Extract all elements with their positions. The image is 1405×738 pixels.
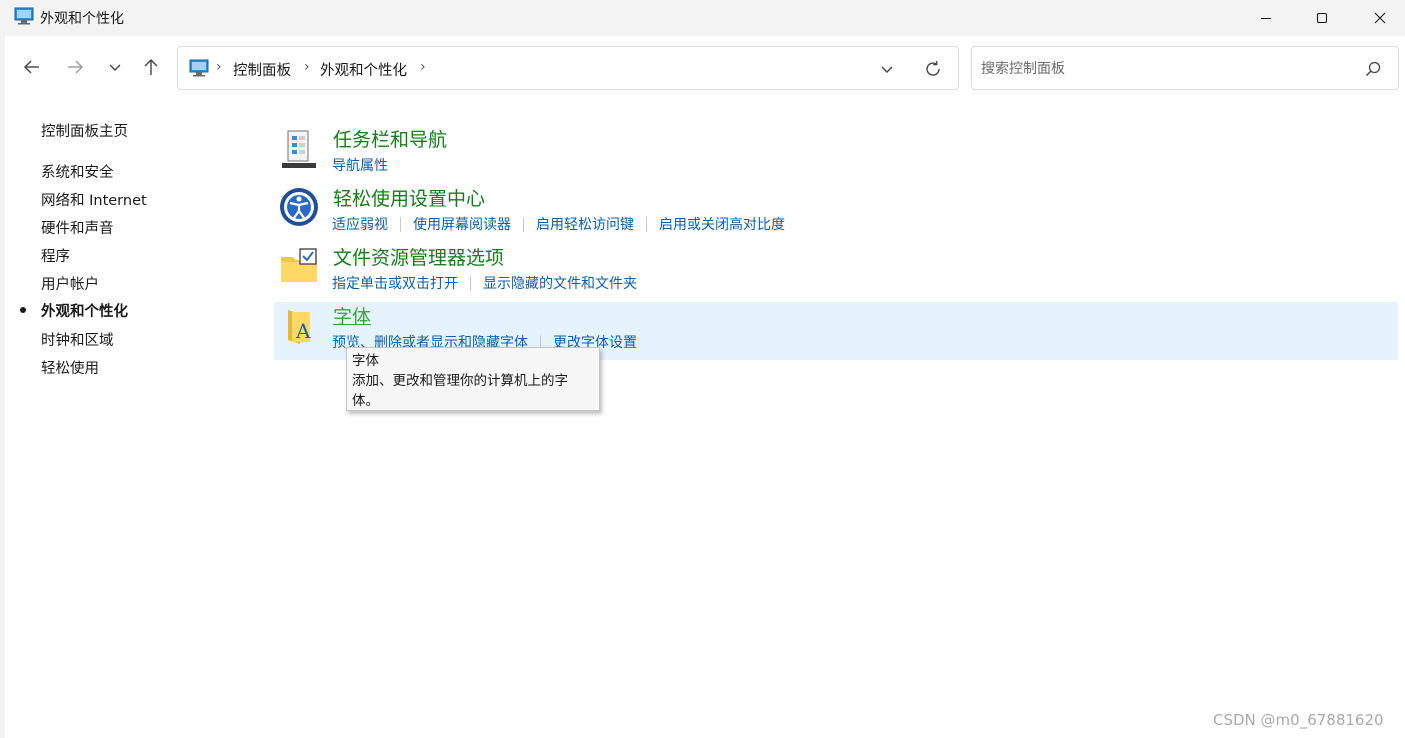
maximize-button[interactable]	[1293, 0, 1351, 36]
category-taskbar: 任务栏和导航 导航属性	[274, 125, 1398, 183]
link-single-or-double-click[interactable]: 指定单击或双击打开	[332, 273, 458, 293]
category-title-taskbar[interactable]: 任务栏和导航	[333, 125, 447, 152]
sidebar-item-programs[interactable]: 程序	[41, 245, 70, 266]
svg-text:A: A	[295, 319, 311, 343]
category-title-file-explorer-options[interactable]: 文件资源管理器选项	[333, 243, 504, 270]
chevron-down-icon	[881, 66, 893, 73]
active-bullet-icon	[20, 307, 26, 313]
category-links-file-explorer-options: 指定单击或双击打开 显示隐藏的文件和文件夹	[332, 273, 637, 293]
sidebar-item-ease-of-access[interactable]: 轻松使用	[41, 357, 99, 378]
link-separator	[646, 216, 647, 232]
breadcrumb-separator[interactable]: ›	[304, 59, 310, 75]
folder-options-icon[interactable]	[278, 245, 320, 287]
link-separator	[400, 216, 401, 232]
link-navigation-properties[interactable]: 导航属性	[332, 155, 388, 175]
control-panel-icon	[189, 59, 209, 77]
sidebar-home-link[interactable]: 控制面板主页	[41, 120, 128, 141]
link-use-screen-reader[interactable]: 使用屏幕阅读器	[413, 214, 511, 234]
sidebar-item-system-security[interactable]: 系统和安全	[41, 161, 114, 182]
category-file-explorer-options: 文件资源管理器选项 指定单击或双击打开 显示隐藏的文件和文件夹	[274, 243, 1398, 301]
search-input[interactable]	[981, 58, 1351, 80]
window-edge	[0, 36, 5, 738]
sidebar-item-appearance: 外观和个性化	[41, 304, 128, 320]
minimize-button[interactable]	[1237, 0, 1295, 36]
title-bar: 外观和个性化	[0, 0, 1405, 36]
link-toggle-high-contrast[interactable]: 启用或关闭高对比度	[659, 214, 785, 234]
recent-locations-button[interactable]	[100, 52, 130, 82]
arrow-right-icon	[68, 60, 83, 74]
tooltip-fonts: 字体 添加、更改和管理你的计算机上的字体。	[346, 347, 600, 411]
breadcrumb-separator[interactable]: ›	[420, 59, 426, 75]
category-title-ease-of-access[interactable]: 轻松使用设置中心	[333, 184, 485, 211]
link-separator	[470, 275, 471, 291]
maximize-icon	[1316, 12, 1328, 24]
sidebar-item-clock-region[interactable]: 时钟和区域	[41, 329, 114, 350]
category-title-fonts[interactable]: 字体	[333, 302, 371, 329]
close-button[interactable]	[1351, 0, 1405, 36]
tooltip-title: 字体	[352, 353, 379, 369]
up-button[interactable]	[136, 52, 166, 82]
category-ease-of-access: 轻松使用设置中心 适应弱视 使用屏幕阅读器 启用轻松访问键 启用或关闭高对比度	[274, 184, 1398, 242]
arrow-left-icon	[24, 60, 39, 74]
category-links-taskbar: 导航属性	[332, 155, 388, 175]
breadcrumb-control-panel[interactable]: 控制面板	[233, 59, 291, 80]
control-panel-icon	[14, 7, 34, 25]
arrow-up-icon	[144, 59, 158, 75]
refresh-icon	[926, 60, 940, 76]
forward-button[interactable]	[60, 52, 90, 82]
address-bar[interactable]: › 控制面板 › 外观和个性化 ›	[177, 46, 959, 90]
taskbar-icon[interactable]	[278, 127, 320, 169]
window-title: 外观和个性化	[40, 11, 124, 27]
search-icon[interactable]	[1363, 59, 1383, 79]
link-turn-on-easy-access-keys[interactable]: 启用轻松访问键	[536, 214, 634, 234]
chevron-down-icon	[109, 64, 121, 71]
fonts-folder-icon[interactable]: A	[278, 304, 320, 346]
link-separator	[523, 216, 524, 232]
tooltip-body: 添加、更改和管理你的计算机上的字体。	[352, 373, 568, 409]
link-show-hidden-files[interactable]: 显示隐藏的文件和文件夹	[483, 273, 637, 293]
category-links-ease-of-access: 适应弱视 使用屏幕阅读器 启用轻松访问键 启用或关闭高对比度	[332, 214, 785, 234]
sidebar-item-hardware-sound[interactable]: 硬件和声音	[41, 217, 114, 238]
sidebar-item-user-accounts[interactable]: 用户帐户	[41, 273, 99, 294]
back-button[interactable]	[17, 52, 47, 82]
close-icon	[1374, 12, 1386, 24]
refresh-button[interactable]	[920, 57, 946, 81]
address-history-button[interactable]	[874, 57, 900, 81]
breadcrumb-appearance[interactable]: 外观和个性化	[320, 59, 407, 80]
watermark-text: CSDN @m0_67881620	[1213, 711, 1384, 729]
ease-of-access-icon[interactable]	[278, 186, 320, 228]
search-box[interactable]	[971, 46, 1399, 90]
sidebar-item-network[interactable]: 网络和 Internet	[41, 189, 147, 210]
link-optimize-visual-display[interactable]: 适应弱视	[332, 214, 388, 234]
breadcrumb-separator[interactable]: ›	[216, 59, 222, 75]
minimize-icon	[1261, 18, 1271, 19]
